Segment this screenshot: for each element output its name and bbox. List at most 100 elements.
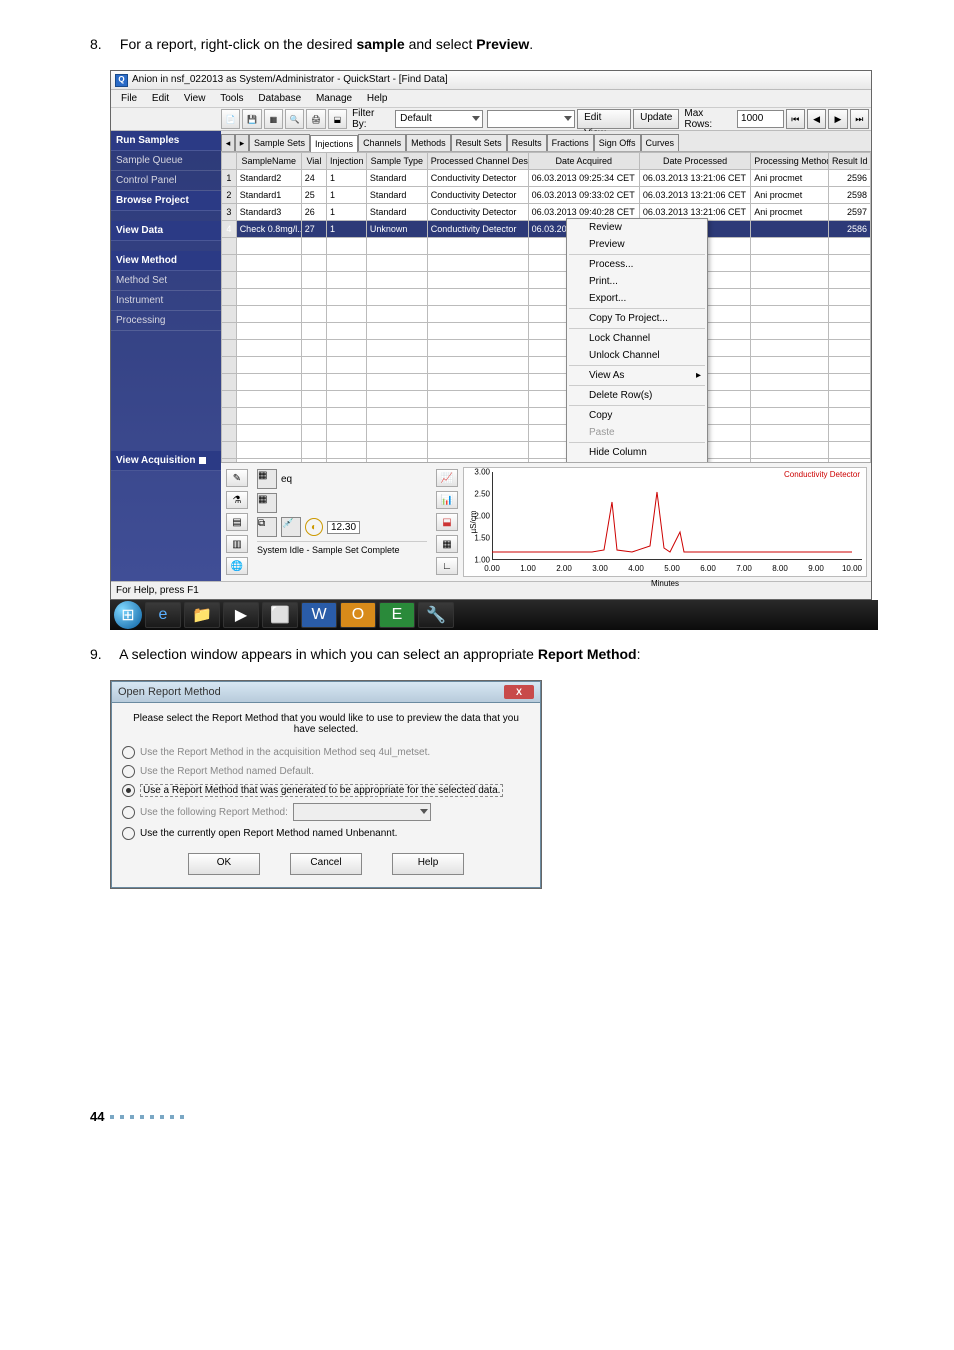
table-row[interactable]: 4Check 0.8mg/l..271UnknownConductivity D…: [222, 221, 871, 238]
status-icon[interactable]: ▦: [257, 493, 277, 513]
instrument[interactable]: Instrument: [111, 291, 221, 311]
status-icon[interactable]: ⧉: [257, 517, 277, 537]
taskbar-ie-icon[interactable]: e: [145, 602, 181, 628]
view-acquisition[interactable]: View Acquisition: [111, 451, 221, 471]
context-menu-item[interactable]: Review: [567, 219, 707, 236]
axis-icon[interactable]: ∟: [436, 557, 458, 575]
toolbar-icon[interactable]: ▦: [264, 109, 283, 129]
col-acquired[interactable]: Date Acquired: [528, 153, 639, 170]
col-vial[interactable]: Vial: [301, 153, 326, 170]
processing[interactable]: Processing: [111, 311, 221, 331]
browse-project[interactable]: Browse Project: [111, 191, 221, 211]
menu-help[interactable]: Help: [361, 90, 394, 107]
max-rows-input[interactable]: 1000: [737, 110, 784, 128]
taskbar-media-icon[interactable]: ▶: [223, 602, 259, 628]
toolbar-icon[interactable]: 📄: [221, 109, 240, 129]
col-method[interactable]: Processing Method: [751, 153, 829, 170]
table-row[interactable]: 2Standard1251StandardConductivity Detect…: [222, 187, 871, 204]
status-icon[interactable]: ▦: [257, 469, 277, 489]
ok-button[interactable]: OK: [188, 853, 260, 875]
wand-icon[interactable]: ✎: [226, 469, 248, 487]
start-button[interactable]: ⊞: [114, 601, 142, 629]
tab-scroll-left[interactable]: ◂: [221, 134, 235, 151]
radio-opt3[interactable]: Use a Report Method that was generated t…: [122, 781, 530, 800]
chart-icon[interactable]: 📈: [436, 469, 458, 487]
context-menu-item[interactable]: Unlock Channel: [567, 347, 707, 364]
taskbar-excel-icon[interactable]: E: [379, 602, 415, 628]
control-panel[interactable]: Control Panel: [111, 171, 221, 191]
menu-tools[interactable]: Tools: [214, 90, 249, 107]
context-menu-item[interactable]: Preview: [567, 236, 707, 253]
tab-results[interactable]: Results: [507, 134, 547, 151]
context-menu-item[interactable]: Lock Channel: [567, 330, 707, 347]
context-menu-item[interactable]: Export...: [567, 290, 707, 307]
chart-icon[interactable]: ⬓: [436, 513, 458, 531]
menu-view[interactable]: View: [178, 90, 212, 107]
nav-next[interactable]: ▶: [828, 109, 847, 129]
toolbar-icon[interactable]: ⬓: [328, 109, 347, 129]
table-icon[interactable]: ▦: [436, 535, 458, 553]
context-menu-item[interactable]: Hide Column: [567, 444, 707, 461]
sample-queue[interactable]: Sample Queue: [111, 151, 221, 171]
menu-edit[interactable]: Edit: [146, 90, 175, 107]
taskbar-app-icon[interactable]: ⬜: [262, 602, 298, 628]
radio-opt1[interactable]: Use the Report Method in the acquisition…: [122, 743, 530, 762]
context-menu-item[interactable]: Copy: [567, 407, 707, 424]
col-channel[interactable]: Processed Channel Descr.: [427, 153, 528, 170]
col-sampletype[interactable]: Sample Type: [366, 153, 427, 170]
view-combo[interactable]: [487, 110, 575, 128]
tab-sign-offs[interactable]: Sign Offs: [594, 134, 641, 151]
toolbar-icon[interactable]: 🖨: [306, 109, 325, 129]
radio-opt2[interactable]: Use the Report Method named Default.: [122, 762, 530, 781]
col-processed[interactable]: Date Processed: [639, 153, 750, 170]
edit-view-button[interactable]: Edit View: [577, 109, 631, 129]
method-set[interactable]: Method Set: [111, 271, 221, 291]
chart-icon[interactable]: 📊: [436, 491, 458, 509]
menu-database[interactable]: Database: [252, 90, 307, 107]
table-row[interactable]: 1Standard2241StandardConductivity Detect…: [222, 170, 871, 187]
globe-icon[interactable]: 🌐: [226, 557, 248, 575]
flask-icon[interactable]: ⚗: [226, 491, 248, 509]
taskbar-outlook-icon[interactable]: O: [340, 602, 376, 628]
table-row[interactable]: 3Standard3261StandardConductivity Detect…: [222, 204, 871, 221]
taskbar-app-icon[interactable]: 🔧: [418, 602, 454, 628]
context-menu-item[interactable]: Copy To Project...: [567, 310, 707, 327]
cancel-button[interactable]: Cancel: [290, 853, 362, 875]
tab-injections[interactable]: Injections: [310, 135, 358, 152]
view-method[interactable]: View Method: [111, 251, 221, 271]
help-button[interactable]: Help: [392, 853, 464, 875]
nav-first[interactable]: ⏮: [786, 109, 805, 129]
tab-sample-sets[interactable]: Sample Sets: [249, 134, 310, 151]
tab-channels[interactable]: Channels: [358, 134, 406, 151]
context-menu-item[interactable]: Print...: [567, 273, 707, 290]
nav-last[interactable]: ⏭: [850, 109, 869, 129]
close-icon[interactable]: X: [504, 685, 534, 699]
col-samplename[interactable]: SampleName: [236, 153, 301, 170]
queue-icon[interactable]: ▤: [226, 513, 248, 531]
context-menu-item[interactable]: View As: [567, 367, 707, 384]
menu-manage[interactable]: Manage: [310, 90, 358, 107]
col-resultid[interactable]: Result Id: [828, 153, 870, 170]
toolbar-icon[interactable]: 🔍: [285, 109, 304, 129]
tab-curves[interactable]: Curves: [641, 134, 680, 151]
taskbar-explorer-icon[interactable]: 📁: [184, 602, 220, 628]
context-menu-item[interactable]: Delete Row(s): [567, 387, 707, 404]
inject-icon[interactable]: 💉: [281, 517, 301, 537]
col-injection[interactable]: Injection: [327, 153, 367, 170]
toolbar-icon[interactable]: 💾: [242, 109, 261, 129]
run-samples[interactable]: Run Samples: [111, 131, 221, 151]
view-data[interactable]: View Data: [111, 221, 221, 241]
filter-by-combo[interactable]: Default: [395, 110, 483, 128]
tab-fractions[interactable]: Fractions: [547, 134, 594, 151]
menu-file[interactable]: File: [115, 90, 143, 107]
radio-opt4[interactable]: Use the following Report Method:: [122, 800, 530, 824]
taskbar-word-icon[interactable]: W: [301, 602, 337, 628]
tab-methods[interactable]: Methods: [406, 134, 451, 151]
tab-scroll-right[interactable]: ▸: [235, 134, 249, 151]
layers-icon[interactable]: ▥: [226, 535, 248, 553]
update-button[interactable]: Update: [633, 109, 679, 129]
tab-result-sets[interactable]: Result Sets: [451, 134, 507, 151]
context-menu-item[interactable]: Process...: [567, 256, 707, 273]
context-menu-item[interactable]: Show All Columns: [567, 461, 707, 462]
nav-prev[interactable]: ◀: [807, 109, 826, 129]
